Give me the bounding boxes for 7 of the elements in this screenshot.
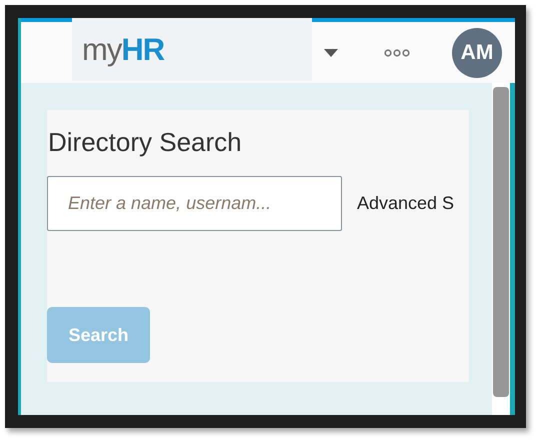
section-title: Directory Search: [47, 127, 243, 158]
more-icon[interactable]: [384, 48, 410, 56]
logo[interactable]: myHR: [72, 18, 312, 81]
caret-icon[interactable]: [324, 48, 338, 56]
avatar[interactable]: AM: [452, 28, 502, 78]
advanced-search-link[interactable]: Advanced S: [357, 193, 454, 214]
search-field[interactable]: Enter a name, usernam...: [47, 176, 342, 231]
